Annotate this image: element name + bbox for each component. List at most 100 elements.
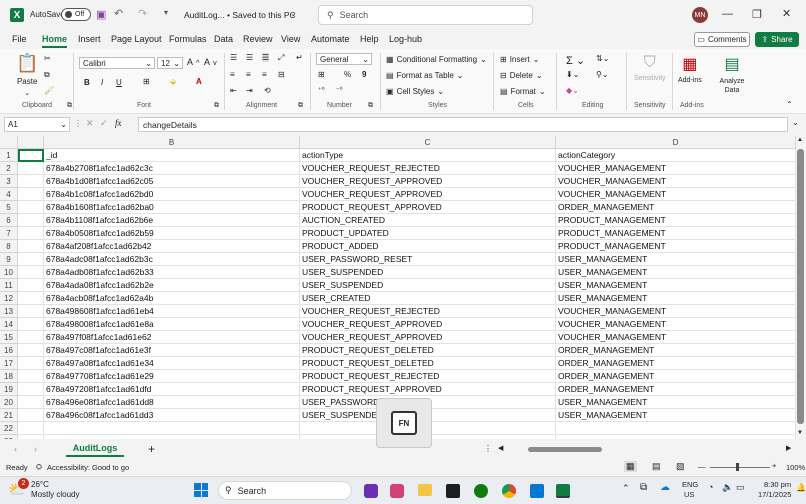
- column-header-c[interactable]: C: [300, 136, 556, 149]
- tab-log-hub[interactable]: Log-hub: [389, 34, 422, 44]
- row-header[interactable]: 13: [0, 305, 18, 318]
- cell[interactable]: VOUCHER_MANAGEMENT: [556, 175, 796, 188]
- tab-help[interactable]: Help: [360, 34, 379, 44]
- save-icon[interactable]: ▣: [96, 8, 106, 21]
- cell[interactable]: 678a4acb08f1afcc1ad62a4b: [44, 292, 300, 305]
- cell[interactable]: [18, 370, 44, 383]
- row-header[interactable]: 12: [0, 292, 18, 305]
- cell[interactable]: USER_MANAGEMENT: [556, 253, 796, 266]
- cell[interactable]: USER_MANAGEMENT: [556, 292, 796, 305]
- tray-cloud-icon[interactable]: ☁: [660, 482, 670, 493]
- cell[interactable]: USER_CREATED: [300, 292, 556, 305]
- cell[interactable]: 678a4b1c08f1afcc1ad62bd0: [44, 188, 300, 201]
- xbox-icon[interactable]: [474, 484, 488, 498]
- page-break-view-icon[interactable]: ▧: [676, 461, 685, 472]
- font-launcher-icon[interactable]: ⧉: [214, 102, 219, 110]
- start-icon[interactable]: [194, 483, 208, 497]
- cell[interactable]: [18, 409, 44, 422]
- lang-1[interactable]: ENG: [682, 480, 698, 489]
- row-header[interactable]: 23: [0, 435, 18, 439]
- cell[interactable]: PRODUCT_REQUEST_APPROVED: [300, 383, 556, 396]
- cell[interactable]: 678a497a08f1afcc1ad61e34: [44, 357, 300, 370]
- clipboard-launcher-icon[interactable]: ⧉: [67, 102, 72, 110]
- row-header[interactable]: 18: [0, 370, 18, 383]
- row-header[interactable]: 3: [0, 175, 18, 188]
- decrease-font-icon[interactable]: Av: [204, 57, 217, 67]
- number-format-select[interactable]: General ⌄: [316, 53, 372, 65]
- app-icon-1[interactable]: [364, 484, 378, 498]
- cell[interactable]: [18, 266, 44, 279]
- cell[interactable]: VOUCHER_REQUEST_REJECTED: [300, 162, 556, 175]
- insert-cells-button[interactable]: ⊞ Insert ⌄: [500, 55, 539, 64]
- cell[interactable]: 678a496e08f1afcc1ad61dd8: [44, 396, 300, 409]
- cell[interactable]: 678a4b1108f1afcc1ad62b6e: [44, 214, 300, 227]
- tab-home[interactable]: Home: [42, 34, 68, 48]
- zoom-out-icon[interactable]: —: [698, 462, 706, 471]
- expand-formula-icon[interactable]: ⌄: [792, 118, 799, 127]
- cell[interactable]: ORDER_MANAGEMENT: [556, 344, 796, 357]
- delete-cells-button[interactable]: ⊟ Delete ⌄: [500, 71, 543, 80]
- row-header[interactable]: 6: [0, 214, 18, 227]
- copilot-icon[interactable]: [390, 484, 404, 498]
- minimize-icon[interactable]: —: [722, 8, 742, 20]
- scroll-left-icon[interactable]: ◀: [498, 444, 503, 452]
- column-header-b[interactable]: B: [44, 136, 300, 149]
- cell[interactable]: VOUCHER_REQUEST_APPROVED: [300, 331, 556, 344]
- avatar[interactable]: MN: [692, 7, 708, 23]
- zoom-slider-thumb[interactable]: [736, 463, 739, 471]
- row-header[interactable]: 9: [0, 253, 18, 266]
- cell[interactable]: 678a4b1608f1afcc1ad62ba0: [44, 201, 300, 214]
- tab-review[interactable]: Review: [243, 34, 273, 44]
- tab-automate[interactable]: Automate: [311, 34, 350, 44]
- cell[interactable]: USER_SUSPENDED: [300, 266, 556, 279]
- cell[interactable]: [18, 188, 44, 201]
- wrap-text-icon[interactable]: ↵: [296, 53, 303, 62]
- autosum-icon[interactable]: Σ ⌄: [566, 54, 585, 67]
- close-icon[interactable]: ✕: [782, 7, 802, 20]
- cell[interactable]: PRODUCT_ADDED: [300, 240, 556, 253]
- cell[interactable]: 678a497f08f1afcc1ad61e62: [44, 331, 300, 344]
- cell[interactable]: 678a4af208f1afcc1ad62b42: [44, 240, 300, 253]
- clock-time[interactable]: 8:30 pm: [764, 480, 791, 489]
- cell[interactable]: PRODUCT_REQUEST_APPROVED: [300, 201, 556, 214]
- font-name-select[interactable]: Calibri ⌄: [79, 57, 155, 69]
- column-header-a[interactable]: [18, 136, 44, 149]
- scroll-right-icon[interactable]: ▶: [786, 444, 791, 452]
- row-header[interactable]: 17: [0, 357, 18, 370]
- conditional-formatting-button[interactable]: ▦ Conditional Formatting ⌄: [386, 55, 487, 64]
- fill-icon[interactable]: ⬇⌄: [566, 70, 579, 79]
- notifications-icon[interactable]: 🔔: [796, 483, 806, 492]
- font-color-icon[interactable]: A: [196, 77, 202, 86]
- cell[interactable]: [18, 162, 44, 175]
- cell[interactable]: USER_MANAGEMENT: [556, 279, 796, 292]
- vertical-scroll-thumb[interactable]: [797, 149, 804, 424]
- decrease-decimal-icon[interactable]: ⁻⁰: [336, 86, 343, 94]
- cell[interactable]: [18, 383, 44, 396]
- zoom-in-icon[interactable]: +: [772, 461, 776, 470]
- cell[interactable]: [18, 318, 44, 331]
- borders-icon[interactable]: ⊞: [143, 77, 150, 86]
- align-middle-icon[interactable]: ☰: [246, 53, 253, 62]
- cut-icon[interactable]: ✂: [44, 54, 51, 63]
- bold-icon[interactable]: B: [84, 78, 90, 87]
- align-center-icon[interactable]: ≡: [246, 70, 251, 79]
- row-header[interactable]: 10: [0, 266, 18, 279]
- cell[interactable]: VOUCHER_MANAGEMENT: [556, 305, 796, 318]
- increase-indent-icon[interactable]: ⇥: [246, 86, 253, 95]
- format-cells-button[interactable]: ▤ Format ⌄: [500, 87, 546, 96]
- cell[interactable]: ORDER_MANAGEMENT: [556, 201, 796, 214]
- autosave-toggle[interactable]: Off: [61, 8, 91, 21]
- share-button[interactable]: ⇪ Share: [755, 32, 799, 47]
- next-sheet-icon[interactable]: ›: [34, 444, 37, 454]
- cell[interactable]: actionType: [300, 149, 556, 162]
- cell[interactable]: _id: [44, 149, 300, 162]
- cell[interactable]: [18, 201, 44, 214]
- tab-split-handle-icon[interactable]: ⋮: [484, 444, 492, 453]
- copy-icon[interactable]: ⧉: [44, 70, 50, 80]
- row-header[interactable]: 16: [0, 344, 18, 357]
- percent-icon[interactable]: %: [344, 70, 351, 79]
- cell[interactable]: PRODUCT_UPDATED: [300, 227, 556, 240]
- alignment-launcher-icon[interactable]: ⧉: [298, 102, 303, 110]
- row-header[interactable]: 14: [0, 318, 18, 331]
- decrease-indent-icon[interactable]: ⇤: [230, 86, 237, 95]
